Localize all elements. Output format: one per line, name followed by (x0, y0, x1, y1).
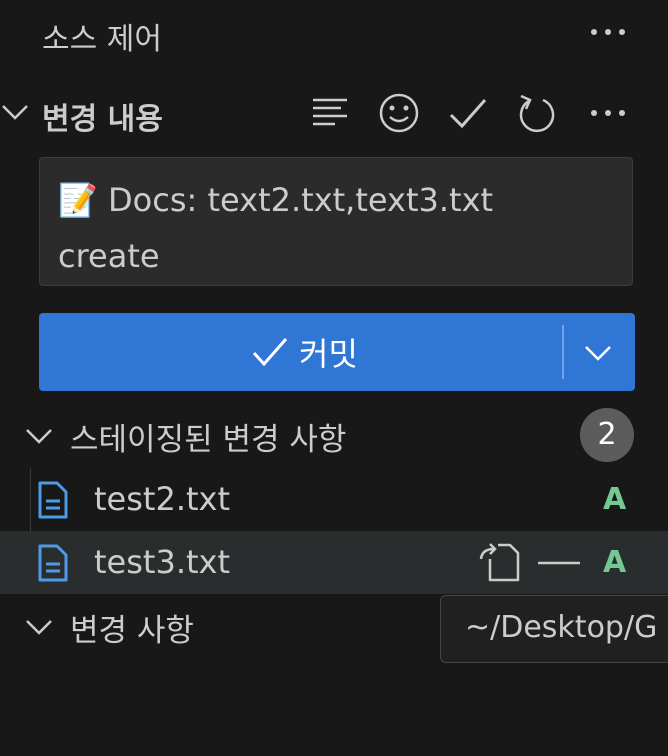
emoji-icon[interactable] (378, 92, 420, 134)
view-title: 소스 제어 (42, 22, 162, 57)
file-row[interactable]: test2.txt A (0, 468, 668, 531)
section-title-changes[interactable]: 변경 내용 (42, 94, 163, 138)
file-name: test2.txt (94, 480, 231, 518)
chevron-down-icon[interactable] (583, 342, 613, 364)
unstage-icon[interactable] (538, 561, 580, 565)
file-status-added: A (603, 482, 627, 517)
path-tooltip: ~/Desktop/G (440, 595, 668, 663)
commit-button[interactable]: 커밋 (39, 313, 635, 391)
ellipsis-icon[interactable] (588, 20, 628, 44)
refresh-icon[interactable] (517, 92, 557, 134)
file-icon (38, 544, 68, 582)
chevron-down-icon[interactable] (24, 615, 54, 639)
more-actions-icon[interactable] (588, 101, 628, 125)
check-icon (252, 338, 288, 367)
group-title-staged[interactable]: 스테이징된 변경 사항 (70, 414, 346, 459)
file-row-hovered[interactable]: test3.txt A (0, 531, 668, 594)
staged-count-badge: 2 (580, 408, 634, 462)
check-icon[interactable] (448, 95, 488, 131)
list-view-icon[interactable] (310, 95, 350, 131)
commit-message-input[interactable]: 📝 Docs: text2.txt,text3.txt create (39, 157, 633, 286)
commit-button-divider (562, 325, 564, 379)
chevron-down-icon[interactable] (0, 100, 30, 124)
file-name: test3.txt (94, 543, 231, 581)
chevron-down-icon[interactable] (24, 424, 54, 448)
file-icon (38, 481, 68, 519)
open-file-icon[interactable] (478, 541, 522, 583)
group-title-changes[interactable]: 변경 사항 (70, 605, 194, 650)
commit-button-label: 커밋 (299, 335, 358, 373)
file-status-added: A (603, 545, 627, 580)
